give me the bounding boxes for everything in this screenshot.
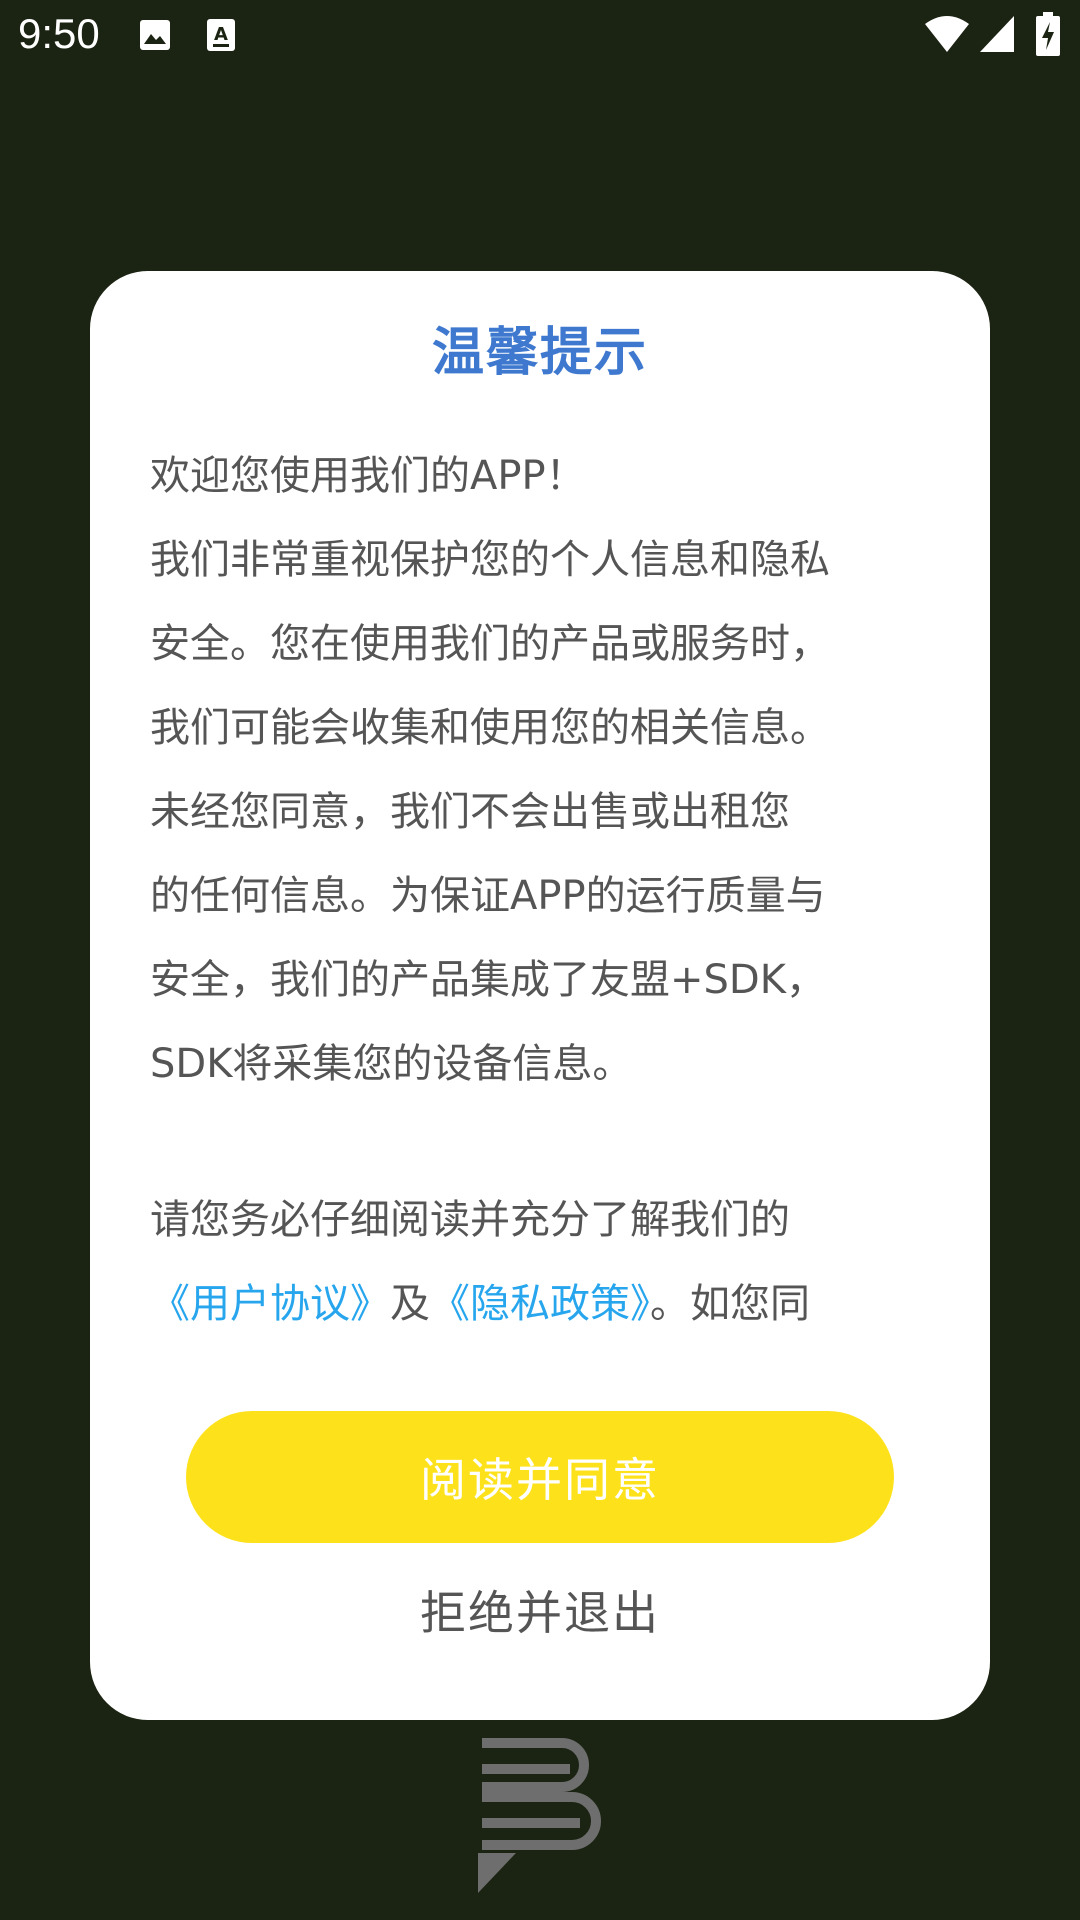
body-line: 我们非常重视保护您的个人信息和隐私	[150, 537, 830, 583]
body-line: 安全。您在使用我们的产品或服务时，	[150, 621, 830, 667]
reject-button[interactable]: 拒绝并退出	[340, 1570, 740, 1650]
screen: 9:50 A 温馨提示 欢迎您使用我们的APP！ 我们非常重视保护您的个人信息和…	[0, 0, 1080, 1920]
agree-button[interactable]: 阅读并同意	[186, 1411, 894, 1543]
body-line: SDK将采集您的设备信息。	[150, 1041, 633, 1087]
user-agreement-link[interactable]: 《用户协议》	[150, 1281, 390, 1324]
trailing-text: 。如您同	[650, 1281, 810, 1324]
text-a-icon: A	[207, 19, 235, 51]
body-line-links: 《用户协议》及《隐私政策》。如您同	[150, 1262, 930, 1324]
image-icon	[140, 20, 170, 50]
and-text: 及	[390, 1281, 430, 1324]
body-line: 请您务必仔细阅读并充分了解我们的	[150, 1197, 790, 1243]
signal-icon	[980, 16, 1014, 52]
status-time: 9:50	[18, 10, 100, 57]
status-bar: 9:50 A	[0, 0, 1080, 72]
body-line: 我们可能会收集和使用您的相关信息。	[150, 705, 830, 751]
body-line: 未经您同意，我们不会出售或出租您	[150, 789, 790, 835]
wifi-icon	[925, 16, 969, 52]
svg-text:A: A	[214, 24, 228, 45]
privacy-policy-link[interactable]: 《隐私政策》	[430, 1281, 650, 1324]
body-line: 欢迎您使用我们的APP！	[150, 453, 586, 499]
battery-charging-icon	[1036, 12, 1060, 56]
body-line: 安全，我们的产品集成了友盟+SDK，	[150, 957, 826, 1003]
app-logo-icon	[478, 1738, 601, 1893]
body-line: 的任何信息。为保证APP的运行质量与	[150, 873, 826, 919]
dialog-body[interactable]: 欢迎您使用我们的APP！ 我们非常重视保护您的个人信息和隐私 安全。您在使用我们…	[150, 434, 930, 1324]
dialog-title: 温馨提示	[431, 323, 648, 383]
